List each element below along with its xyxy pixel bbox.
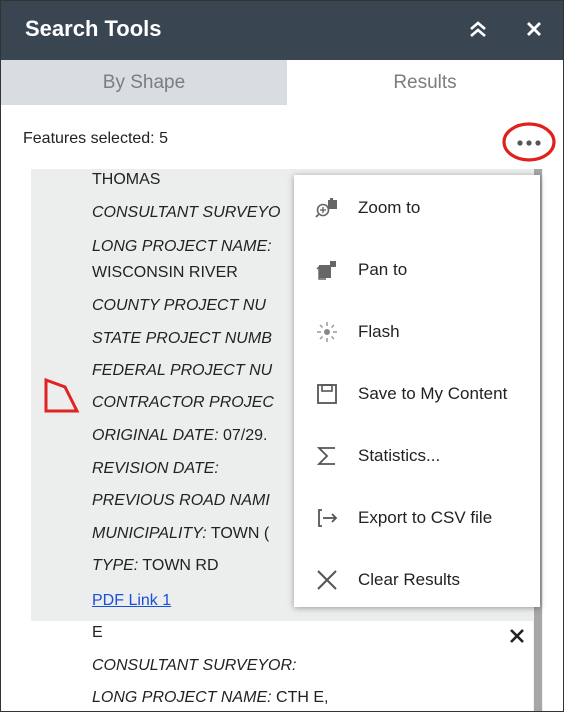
search-tools-panel: Search Tools By Shape Results Features s… bbox=[0, 0, 564, 712]
pdf-link[interactable]: PDF Link 1 bbox=[92, 592, 171, 610]
menu-item-zoom-to[interactable]: Zoom to bbox=[294, 177, 540, 239]
attribute-line: CONSULTANT SURVEYO bbox=[92, 204, 281, 221]
menu-item-flash[interactable]: Flash bbox=[294, 301, 540, 363]
close-icon bbox=[527, 22, 541, 36]
attribute-line: TYPE: TOWN RD bbox=[92, 557, 219, 574]
attribute-line: FEDERAL PROJECT NU bbox=[92, 362, 273, 379]
save-icon bbox=[317, 384, 337, 404]
ellipsis-icon bbox=[502, 122, 556, 162]
pan-to-icon bbox=[316, 261, 336, 280]
menu-label: Save to My Content bbox=[358, 384, 508, 403]
tab-bar: By Shape Results bbox=[1, 60, 563, 105]
results-options-menu: Zoom to Pan to Flash Save to My Content … bbox=[294, 175, 540, 607]
zoom-to-icon bbox=[315, 198, 337, 218]
attribute-line: COUNTY PROJECT NU bbox=[92, 297, 266, 314]
attribute-line: THOMAS bbox=[92, 171, 161, 188]
attribute-line: PREVIOUS ROAD NAMI bbox=[92, 492, 270, 509]
attribute-line: E bbox=[92, 624, 103, 641]
collapse-button[interactable] bbox=[463, 14, 493, 44]
export-icon bbox=[318, 509, 338, 527]
attribute-line: WISCONSIN RIVER bbox=[92, 264, 238, 281]
menu-label: Statistics... bbox=[358, 446, 441, 465]
menu-label: Pan to bbox=[358, 260, 408, 279]
attribute-line: REVISION DATE: bbox=[92, 460, 219, 477]
more-options-button[interactable] bbox=[501, 121, 557, 163]
attribute-line: ORIGINAL DATE: 07/29. bbox=[92, 427, 268, 444]
statistics-icon bbox=[316, 447, 335, 465]
menu-label: Clear Results bbox=[358, 570, 461, 589]
attribute-line: STATE PROJECT NUMB bbox=[92, 330, 272, 347]
menu-item-save-to-my-content[interactable]: Save to My Content bbox=[294, 363, 540, 425]
tab-by-shape[interactable]: By Shape bbox=[1, 60, 287, 105]
attribute-line: CONTRACTOR PROJEC bbox=[92, 394, 274, 411]
menu-item-export-csv[interactable]: Export to CSV file bbox=[294, 487, 540, 549]
menu-item-clear-results[interactable]: Clear Results bbox=[294, 549, 540, 611]
attribute-line: MUNICIPALITY: TOWN ( bbox=[92, 525, 270, 542]
double-chevron-up-icon bbox=[470, 21, 486, 37]
polygon-feature-icon bbox=[44, 377, 80, 413]
panel-title: Search Tools bbox=[25, 16, 162, 41]
menu-label: Export to CSV file bbox=[358, 508, 493, 527]
attribute-line: LONG PROJECT NAME: bbox=[92, 238, 272, 255]
attribute-line: LONG PROJECT NAME: CTH E, bbox=[92, 689, 329, 706]
menu-item-pan-to[interactable]: Pan to bbox=[294, 239, 540, 301]
menu-label: Zoom to bbox=[358, 198, 421, 217]
flash-icon bbox=[317, 322, 337, 342]
close-icon bbox=[510, 629, 524, 643]
close-panel-button[interactable] bbox=[519, 14, 549, 44]
menu-item-statistics[interactable]: Statistics... bbox=[294, 425, 540, 487]
clear-icon bbox=[317, 570, 337, 590]
remove-result-button[interactable] bbox=[505, 624, 529, 648]
tab-results[interactable]: Results bbox=[287, 60, 563, 105]
attribute-line: CONSULTANT SURVEYOR: bbox=[92, 657, 297, 674]
menu-label: Flash bbox=[358, 322, 400, 341]
features-selected-count: Features selected: 5 bbox=[23, 130, 168, 147]
panel-header: Search Tools bbox=[1, 1, 563, 60]
